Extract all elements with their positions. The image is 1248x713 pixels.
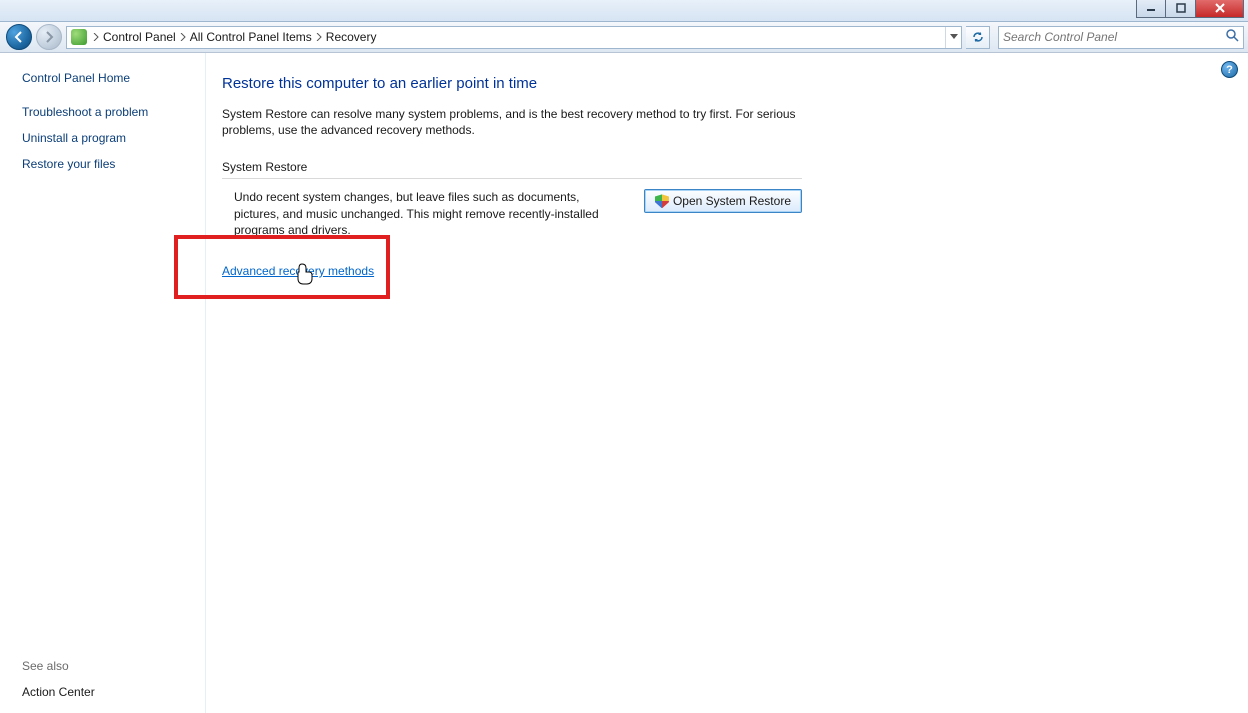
uninstall-link[interactable]: Uninstall a program xyxy=(22,131,195,145)
refresh-button[interactable] xyxy=(966,26,990,49)
advanced-recovery-link[interactable]: Advanced recovery methods xyxy=(222,264,374,278)
forward-button[interactable] xyxy=(36,24,62,50)
breadcrumb-all-items[interactable]: All Control Panel Items xyxy=(188,30,314,44)
restore-files-link[interactable]: Restore your files xyxy=(22,157,195,171)
breadcrumb-recovery[interactable]: Recovery xyxy=(324,30,379,44)
body: Control Panel Home Troubleshoot a proble… xyxy=(0,53,1248,713)
action-center-link[interactable]: Action Center xyxy=(22,685,195,699)
troubleshoot-link[interactable]: Troubleshoot a problem xyxy=(22,105,195,119)
back-button[interactable] xyxy=(6,24,32,50)
open-system-restore-label: Open System Restore xyxy=(673,194,791,208)
breadcrumb-control-panel[interactable]: Control Panel xyxy=(101,30,178,44)
close-button[interactable] xyxy=(1196,0,1244,18)
chevron-right-icon[interactable] xyxy=(91,33,101,41)
address-bar-right xyxy=(945,27,961,48)
search-icon[interactable] xyxy=(1225,28,1239,47)
tasks-pane: Control Panel Home Troubleshoot a proble… xyxy=(0,53,205,713)
control-panel-home-link[interactable]: Control Panel Home xyxy=(22,71,195,85)
window-titlebar xyxy=(0,0,1248,22)
address-dropdown-button[interactable] xyxy=(945,27,961,48)
arrow-left-icon xyxy=(12,30,26,44)
page-title: Restore this computer to an earlier poin… xyxy=(222,75,1208,92)
navigation-bar: Control Panel All Control Panel Items Re… xyxy=(0,22,1248,53)
chevron-right-icon[interactable] xyxy=(178,33,188,41)
window-buttons xyxy=(1136,0,1244,18)
open-system-restore-button[interactable]: Open System Restore xyxy=(644,189,802,213)
chevron-down-icon xyxy=(950,34,958,40)
maximize-icon xyxy=(1176,3,1186,13)
search-box[interactable] xyxy=(998,26,1244,49)
search-input[interactable] xyxy=(1003,30,1225,44)
chevron-right-icon[interactable] xyxy=(314,33,324,41)
close-icon xyxy=(1214,3,1226,13)
see-also-label: See also xyxy=(22,659,195,673)
minimize-button[interactable] xyxy=(1136,0,1166,18)
address-bar[interactable]: Control Panel All Control Panel Items Re… xyxy=(66,26,962,49)
page-description: System Restore can resolve many system p… xyxy=(222,106,802,138)
system-restore-row: Undo recent system changes, but leave fi… xyxy=(222,189,802,238)
refresh-icon xyxy=(971,30,985,44)
minimize-icon xyxy=(1146,3,1156,13)
help-icon: ? xyxy=(1226,64,1233,76)
help-button[interactable]: ? xyxy=(1221,61,1238,78)
system-restore-heading: System Restore xyxy=(222,160,802,179)
arrow-right-icon xyxy=(42,30,56,44)
system-restore-text: Undo recent system changes, but leave fi… xyxy=(234,189,604,238)
content-pane: ? Restore this computer to an earlier po… xyxy=(205,53,1248,713)
location-icon xyxy=(71,29,87,45)
shield-icon xyxy=(655,194,669,208)
maximize-button[interactable] xyxy=(1166,0,1196,18)
